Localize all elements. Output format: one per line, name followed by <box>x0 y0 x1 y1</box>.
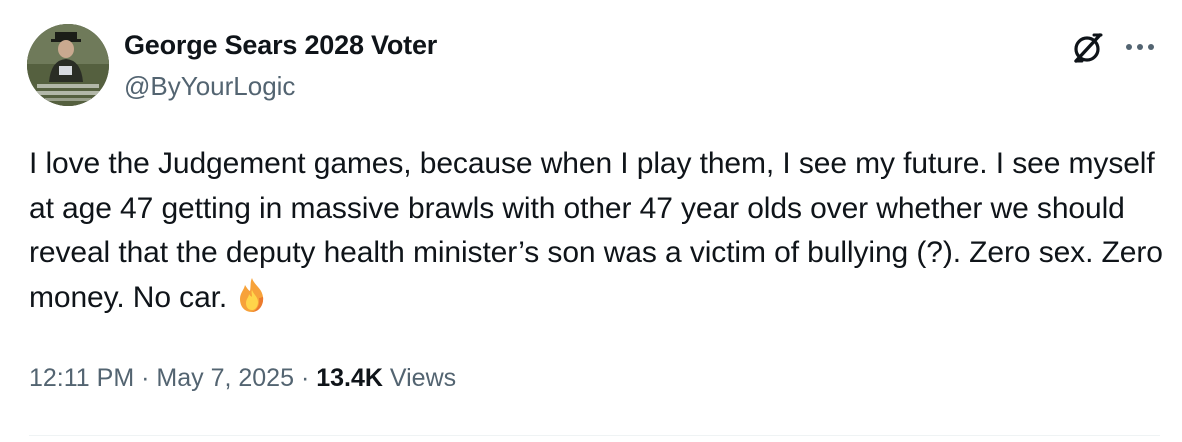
grok-icon[interactable] <box>1068 28 1108 68</box>
tweet-body: I love the Judgement games, because when… <box>29 147 1163 314</box>
tweet: George Sears 2028 Voter @ByYourLogic I l… <box>0 0 1182 442</box>
tweet-time[interactable]: 12:11 PM <box>29 364 134 392</box>
tweet-meta: 12:11 PM · May 7, 2025 · 13.4K Views <box>29 364 456 393</box>
views-count[interactable]: 13.4K <box>316 364 383 392</box>
meta-separator: · <box>300 364 310 392</box>
fire-emoji <box>233 276 271 314</box>
tweet-text: I love the Judgement games, because when… <box>29 142 1169 320</box>
tweet-date[interactable]: May 7, 2025 <box>156 364 294 392</box>
author-handle[interactable]: @ByYourLogic <box>124 71 295 102</box>
author-display-name[interactable]: George Sears 2028 Voter <box>124 30 437 61</box>
meta-separator: · <box>141 364 150 392</box>
avatar[interactable] <box>27 24 109 106</box>
divider <box>29 435 1160 436</box>
views-label[interactable]: Views <box>390 364 456 392</box>
more-options-icon[interactable] <box>1120 30 1160 64</box>
